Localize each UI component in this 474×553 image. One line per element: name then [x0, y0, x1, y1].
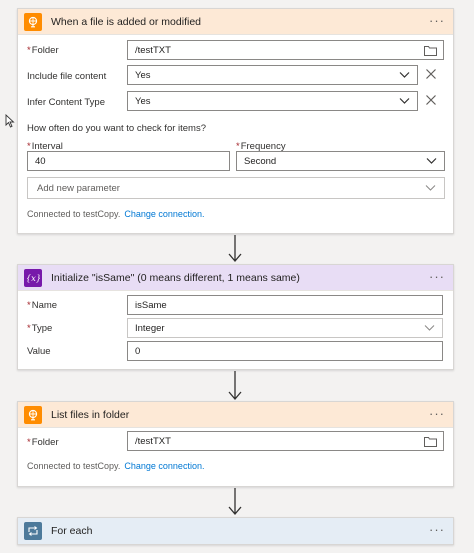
more-options-icon[interactable]: ··· [429, 523, 445, 537]
name-label: *Name [27, 300, 58, 311]
list-files-header[interactable]: List files in folder ··· [18, 402, 453, 428]
connection-info: Connected to testCopy. Change connection. [27, 461, 204, 471]
folder-input[interactable]: /testTXT [127, 40, 444, 60]
variable-icon: {x} [24, 268, 42, 287]
more-options-icon[interactable]: ··· [429, 407, 445, 421]
initialize-variable-title: Initialize "isSame" (0 means different, … [51, 271, 300, 284]
chevron-down-icon [426, 158, 437, 164]
folder-label: *Folder [27, 437, 59, 448]
include-content-select[interactable]: Yes [127, 65, 418, 85]
change-connection-link[interactable]: Change connection. [124, 461, 204, 471]
include-content-label: Include file content [27, 71, 107, 82]
chevron-down-icon [399, 98, 410, 104]
folder-picker-icon[interactable] [424, 436, 437, 447]
trigger-title: When a file is added or modified [51, 15, 201, 28]
interval-input[interactable]: 40 [27, 151, 230, 171]
loop-icon [24, 522, 42, 540]
flow-arrow-icon [228, 371, 242, 400]
value-label: Value [27, 346, 51, 357]
flow-arrow-icon [228, 488, 242, 515]
more-options-icon[interactable]: ··· [429, 14, 445, 28]
check-frequency-question: How often do you want to check for items… [27, 123, 207, 134]
folder-label: *Folder [27, 45, 59, 56]
flow-arrow-icon [228, 235, 242, 262]
variable-name-input[interactable]: isSame [127, 295, 443, 315]
type-label: *Type [27, 323, 53, 334]
variable-value-input[interactable]: 0 [127, 341, 443, 361]
frequency-select[interactable]: Second [236, 151, 445, 171]
ftp-connector-icon [24, 12, 42, 31]
connection-info: Connected to testCopy. Change connection. [27, 209, 204, 219]
mouse-cursor-icon [5, 114, 15, 128]
chevron-down-icon [425, 185, 436, 191]
folder-picker-icon[interactable] [424, 45, 437, 56]
initialize-variable-header[interactable]: {x} Initialize "isSame" (0 means differe… [18, 265, 453, 291]
list-files-title: List files in folder [51, 408, 130, 421]
for-each-title: For each [51, 525, 93, 537]
connected-text: Connected to testCopy. [27, 209, 121, 219]
variable-type-select[interactable]: Integer [127, 318, 443, 338]
change-connection-link[interactable]: Change connection. [124, 209, 204, 219]
more-options-icon[interactable]: ··· [429, 270, 445, 284]
add-new-parameter-dropdown[interactable]: Add new parameter [27, 177, 445, 199]
initialize-variable-card: {x} Initialize "isSame" (0 means differe… [17, 264, 454, 370]
infer-content-label: Infer Content Type [27, 97, 105, 108]
trigger-card: When a file is added or modified ··· *Fo… [17, 8, 454, 234]
svg-text:{x}: {x} [27, 274, 40, 284]
connected-text: Connected to testCopy. [27, 461, 121, 471]
remove-parameter-icon[interactable] [425, 94, 437, 106]
chevron-down-icon [399, 72, 410, 78]
trigger-card-header[interactable]: When a file is added or modified ··· [18, 9, 453, 35]
remove-parameter-icon[interactable] [425, 68, 437, 80]
infer-content-select[interactable]: Yes [127, 91, 418, 111]
list-folder-input[interactable]: /testTXT [127, 431, 444, 451]
for-each-header[interactable]: For each ··· [18, 518, 453, 544]
list-files-card: List files in folder ··· *Folder /testTX… [17, 401, 454, 487]
for-each-card: For each ··· [17, 517, 454, 545]
ftp-connector-icon [24, 405, 42, 424]
chevron-down-icon [424, 325, 435, 331]
